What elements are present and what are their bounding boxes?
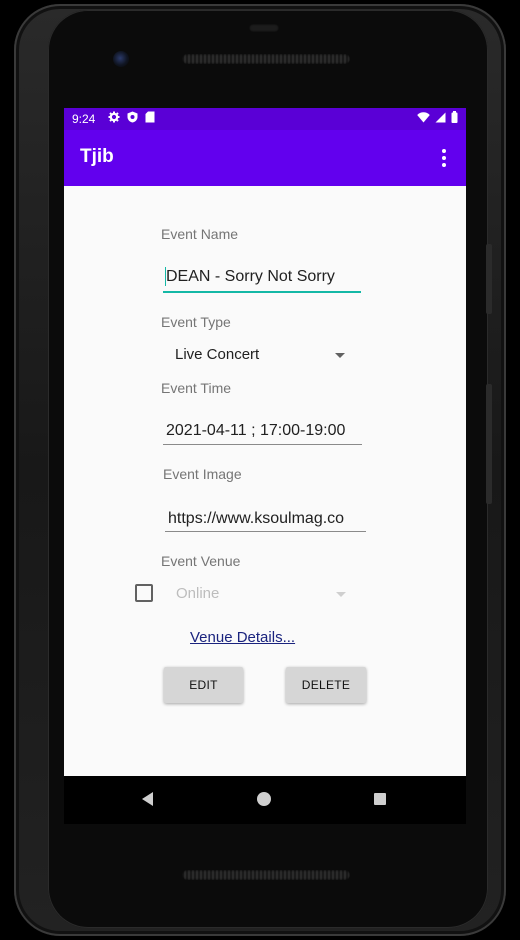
- event-image-underline: [165, 531, 366, 532]
- battery-icon: [451, 111, 458, 123]
- recents-icon[interactable]: [374, 793, 386, 805]
- event-name-label: Event Name: [161, 226, 239, 242]
- event-name-underline: [163, 291, 361, 293]
- app-title: Tjib: [80, 146, 114, 167]
- shield-icon: [127, 111, 138, 123]
- front-camera: [113, 51, 129, 67]
- power-button: [486, 244, 492, 314]
- overflow-dot: [442, 149, 446, 153]
- sd-card-icon: [145, 111, 155, 123]
- edit-button[interactable]: EDIT: [164, 667, 243, 703]
- overflow-dot: [442, 163, 446, 167]
- bottom-speaker: [182, 870, 350, 880]
- event-image-input[interactable]: https://www.ksoulmag.co: [168, 510, 368, 528]
- status-system-icons: [417, 111, 458, 123]
- event-image-label: Event Image: [163, 466, 242, 482]
- event-type-dropdown-icon[interactable]: [335, 353, 345, 358]
- settings-icon: [108, 111, 120, 123]
- status-notification-icons: [108, 111, 155, 123]
- event-time-label: Event Time: [161, 380, 232, 396]
- event-name-input[interactable]: DEAN - Sorry Not Sorry: [166, 268, 362, 286]
- signal-icon: [435, 112, 446, 122]
- event-venue-spinner[interactable]: Online: [176, 585, 219, 602]
- event-venue-label: Event Venue: [161, 553, 241, 569]
- event-time-underline: [163, 444, 362, 445]
- event-type-spinner[interactable]: Live Concert: [175, 346, 259, 363]
- top-speaker: [182, 54, 350, 64]
- event-time-input[interactable]: 2021-04-11 ; 17:00-19:00: [166, 422, 366, 440]
- app-bar: Tjib: [64, 130, 466, 186]
- overflow-menu-icon[interactable]: [432, 144, 456, 172]
- volume-button: [486, 384, 492, 504]
- venue-checkbox[interactable]: [135, 584, 153, 602]
- delete-button[interactable]: DELETE: [286, 667, 366, 703]
- wifi-icon: [417, 111, 430, 122]
- status-time: 9:24: [72, 112, 96, 126]
- status-bar: 9:24: [64, 108, 466, 130]
- event-venue-dropdown-icon[interactable]: [336, 592, 346, 597]
- overflow-dot: [442, 156, 446, 160]
- event-type-label: Event Type: [161, 314, 231, 330]
- earpiece: [249, 24, 279, 32]
- home-icon[interactable]: [257, 792, 271, 806]
- venue-details-link[interactable]: Venue Details...: [190, 629, 295, 646]
- back-icon[interactable]: [142, 792, 153, 806]
- navigation-bar: [64, 776, 466, 824]
- app-screen: 9:24 Tjib Event Name DEAN - Sorry Not So…: [64, 108, 466, 776]
